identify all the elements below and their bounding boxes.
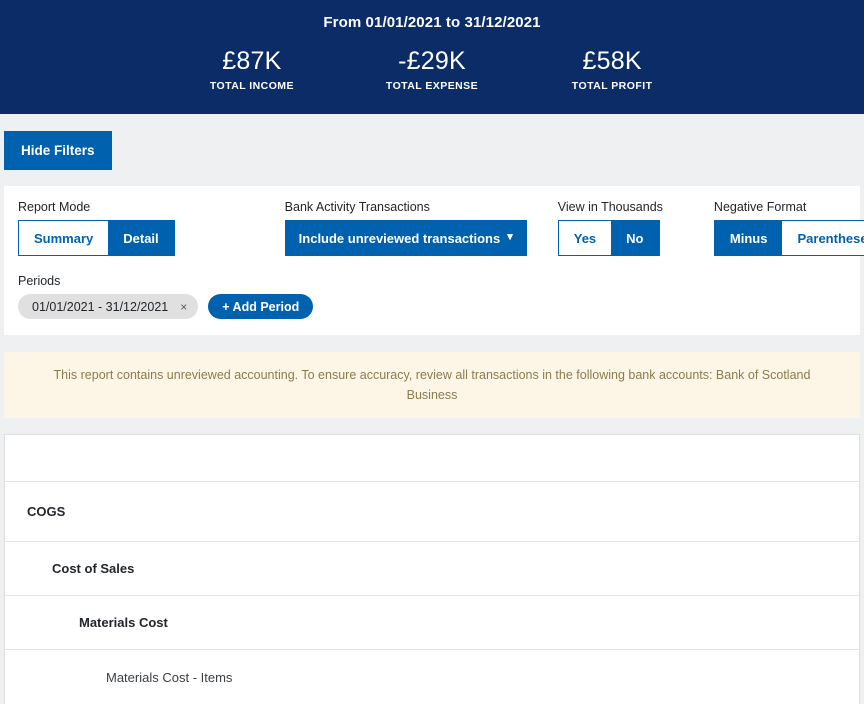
periods-row: 01/01/2021 - 31/12/2021 × + Add Period <box>18 294 846 319</box>
view-in-thousands-segmented-control[interactable]: Yes No <box>557 220 660 256</box>
kpi-row: £87K TOTAL INCOME -£29K TOTAL EXPENSE £5… <box>0 47 864 92</box>
report-mode-option-summary[interactable]: Summary <box>19 221 109 255</box>
table-row[interactable]: Materials Cost <box>5 596 859 650</box>
negative-format-segmented-control[interactable]: Minus Parentheses <box>713 220 864 256</box>
report-row-label-materials-cost-items: Materials Cost - Items <box>106 669 233 685</box>
periods-block: Periods 01/01/2021 - 31/12/2021 × + Add … <box>4 256 860 319</box>
filter-negative-format: Negative Format Minus Parentheses <box>713 200 864 256</box>
filter-report-mode-label: Report Mode <box>18 200 91 214</box>
negative-format-option-parentheses[interactable]: Parentheses <box>782 221 864 255</box>
period-chip-label: 01/01/2021 - 31/12/2021 <box>32 299 169 314</box>
report-row-label-materials-cost: Materials Cost <box>79 615 168 630</box>
negative-format-option-minus[interactable]: Minus <box>714 221 783 255</box>
view-in-thousands-option-yes[interactable]: Yes <box>558 221 612 255</box>
add-period-button[interactable]: + Add Period <box>208 294 314 319</box>
filter-bank-activity-transactions: Bank Activity Transactions Include unrev… <box>284 200 527 256</box>
kpi-total-profit-value: £58K <box>582 47 642 75</box>
close-icon[interactable]: × <box>180 301 187 313</box>
kpi-total-profit-label: TOTAL PROFIT <box>571 80 653 92</box>
table-row[interactable]: Cost of Sales <box>5 542 859 596</box>
chevron-down-icon: ▾ <box>507 230 513 243</box>
kpi-total-expense: -£29K TOTAL EXPENSE <box>386 47 478 92</box>
hide-filters-button[interactable]: Hide Filters <box>4 131 112 170</box>
report-summary-header: From 01/01/2021 to 31/12/2021 £87K TOTAL… <box>0 0 864 114</box>
filter-bank-activity-label: Bank Activity Transactions <box>284 200 430 214</box>
table-row[interactable]: COGS <box>5 482 859 542</box>
filter-view-in-thousands: View in Thousands Yes No <box>557 200 663 256</box>
spacer-band-above-warning <box>0 335 864 352</box>
spacer-band-above-table <box>0 418 864 434</box>
filter-report-mode: Report Mode Summary Detail <box>18 200 175 256</box>
kpi-total-expense-label: TOTAL EXPENSE <box>385 80 479 92</box>
report-mode-option-detail[interactable]: Detail <box>108 221 174 255</box>
period-chip[interactable]: 01/01/2021 - 31/12/2021 × <box>18 294 199 319</box>
report-table: COGS Cost of Sales Materials Cost Materi… <box>4 434 860 704</box>
unreviewed-accounting-warning: This report contains unreviewed accounti… <box>4 352 860 418</box>
kpi-total-income: £87K TOTAL INCOME <box>206 47 298 92</box>
report-row-label-cogs: COGS <box>27 504 66 519</box>
bank-activity-dropdown-value: Include unreviewed transactions <box>298 230 501 246</box>
filter-negative-format-label: Negative Format <box>713 200 807 214</box>
kpi-total-expense-value: -£29K <box>398 47 466 75</box>
report-row-label-cost-of-sales: Cost of Sales <box>52 561 135 576</box>
filters-panel: Report Mode Summary Detail Bank Activity… <box>4 186 864 335</box>
bank-activity-dropdown[interactable]: Include unreviewed transactions ▾ <box>284 220 527 256</box>
report-date-range-title: From 01/01/2021 to 31/12/2021 <box>323 14 541 31</box>
filters-row: Report Mode Summary Detail Bank Activity… <box>4 200 864 256</box>
kpi-total-profit: £58K TOTAL PROFIT <box>566 47 658 92</box>
table-header-row <box>5 435 859 482</box>
filter-toggle-bar: Hide Filters <box>0 114 864 186</box>
filter-view-in-thousands-label: View in Thousands <box>557 200 663 214</box>
view-in-thousands-option-no[interactable]: No <box>611 221 659 255</box>
kpi-total-income-label: TOTAL INCOME <box>209 80 294 92</box>
table-row[interactable]: Materials Cost - Items <box>5 650 859 704</box>
report-mode-segmented-control[interactable]: Summary Detail <box>18 220 175 256</box>
periods-label: Periods <box>18 274 61 288</box>
kpi-total-income-value: £87K <box>222 47 282 75</box>
